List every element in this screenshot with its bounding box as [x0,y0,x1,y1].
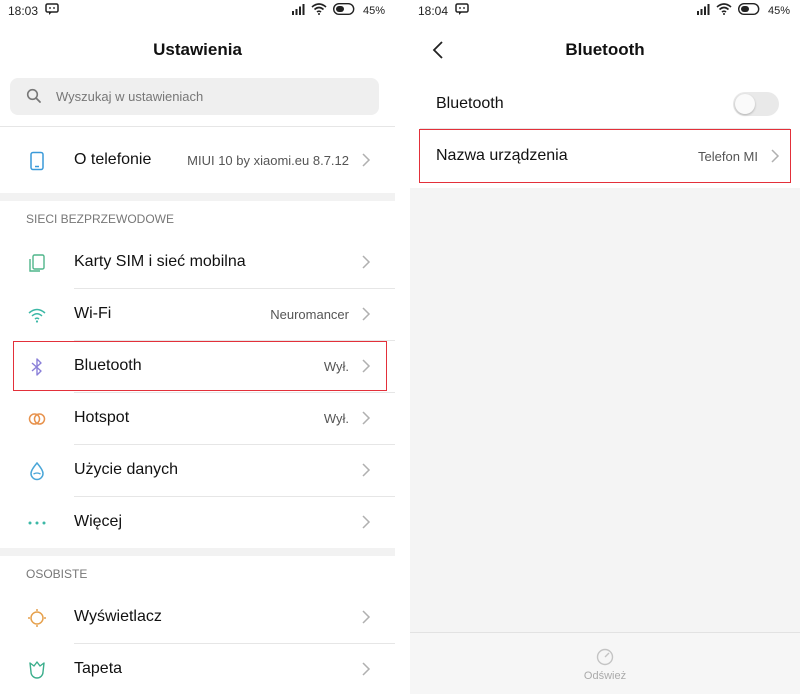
status-time: 18:04 [418,4,449,18]
section-gap [0,193,395,201]
back-arrow-icon[interactable] [432,40,444,65]
item-label: Wi-Fi [74,305,112,322]
status-time: 18:03 [8,4,39,18]
wallpaper-tulip-icon [27,660,47,680]
item-label: Użycie danych [74,461,179,478]
more-dots-icon [27,513,47,533]
sidebar-item-wallpaper[interactable]: Tapeta [0,643,395,694]
sidebar-item-display[interactable]: Wyświetlacz [0,591,395,643]
wifi-status-icon [311,3,327,18]
wifi-status-icon [716,3,732,18]
chevron-right-icon [361,307,371,321]
section-header-wireless: SIECI BEZPRZEWODOWE [26,212,175,226]
data-usage-icon [27,461,47,481]
chevron-right-icon [361,411,371,425]
toggle-knob [735,94,755,114]
page-title: Ustawienia [153,40,242,59]
notification-icon [45,3,59,19]
sidebar-item-more[interactable]: Więcej [0,496,395,548]
item-label: Więcej [74,513,123,530]
status-indicators: 45% [696,2,790,18]
chevron-right-icon [361,463,371,477]
bluetooth-toggle-label: Bluetooth [436,95,504,112]
notification-icon [455,3,469,19]
signal-icon [291,3,305,18]
divider [0,126,395,127]
phone-icon [27,151,47,171]
wifi-icon [27,305,47,325]
item-value: Neuromancer [270,307,349,322]
panel-gap [395,0,410,694]
page-title: Bluetooth [565,40,645,59]
refresh-icon[interactable] [595,647,615,672]
about-phone-row[interactable]: O telefonie MIUI 10 by xiaomi.eu 8.7.12 [0,134,395,186]
sidebar-item-sim[interactable]: Karty SIM i sieć mobilna [0,236,395,288]
item-value: Wył. [323,411,349,426]
chevron-right-icon [361,515,371,529]
section-header-personal: OSOBISTE [26,567,88,581]
item-label: Wyświetlacz [74,608,162,625]
battery-icon [332,2,357,18]
status-bar: 18:04 45% [410,0,800,78]
item-label: Hotspot [74,409,130,426]
bottom-bar: Odśwież [410,632,800,694]
status-indicators: 45% [291,2,385,18]
item-label: Karty SIM i sieć mobilna [74,253,246,270]
sidebar-item-wifi[interactable]: Wi-Fi Neuromancer [0,288,395,340]
device-name-highlight-box [419,129,791,183]
chevron-right-icon [361,610,371,624]
sidebar-item-data-usage[interactable]: Użycie danych [0,444,395,496]
battery-percent: 45% [767,4,790,17]
settings-screen: 18:03 45% Ustawienia Wyszukaj w ustawien… [0,0,395,694]
bluetooth-toggle[interactable] [733,92,779,116]
chevron-right-icon [361,153,371,167]
hotspot-icon [27,409,47,429]
sim-card-icon [27,253,47,273]
chevron-right-icon [361,662,371,676]
status-bar: 18:03 45% [0,0,395,22]
battery-percent: 45% [362,4,385,17]
about-phone-value: MIUI 10 by xiaomi.eu 8.7.12 [187,153,349,168]
bluetooth-highlight-box [13,341,387,391]
search-placeholder: Wyszukaj w ustawieniach [56,89,204,104]
sidebar-item-hotspot[interactable]: Hotspot Wył. [0,392,395,444]
chevron-right-icon [361,255,371,269]
display-sun-icon [27,608,47,628]
signal-icon [696,3,710,18]
section-gap [0,548,395,556]
about-phone-label: O telefonie [74,151,152,168]
battery-icon [737,2,762,18]
search-icon [26,88,42,109]
refresh-label[interactable]: Odśwież [410,670,800,682]
search-bar[interactable]: Wyszukaj w ustawieniach [10,78,379,115]
item-label: Tapeta [74,660,123,677]
